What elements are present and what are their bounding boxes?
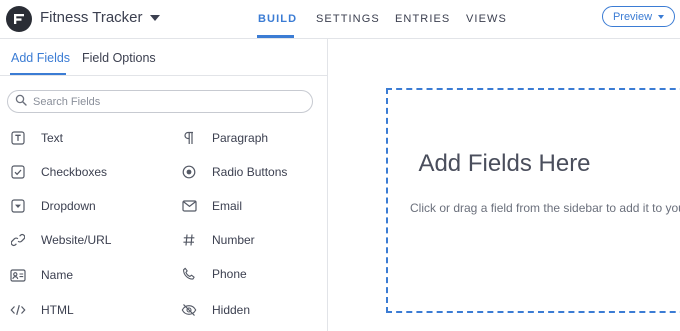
- field-label: Checkboxes: [41, 165, 108, 179]
- active-tab-indicator: [257, 35, 294, 38]
- tab-field-options[interactable]: Field Options: [82, 51, 156, 65]
- code-icon: [9, 301, 27, 319]
- field-text[interactable]: Text: [9, 127, 63, 149]
- field-paragraph[interactable]: Paragraph: [180, 127, 268, 149]
- search-icon: [15, 93, 27, 111]
- field-label: Dropdown: [41, 199, 96, 213]
- form-canvas: Add Fields Here Click or drag a field fr…: [329, 39, 680, 331]
- link-icon: [9, 231, 27, 249]
- field-number[interactable]: Number: [180, 229, 255, 251]
- dropdown-icon: [9, 197, 27, 215]
- field-website-url[interactable]: Website/URL: [9, 229, 111, 251]
- search-input[interactable]: [33, 95, 293, 108]
- field-label: Email: [212, 199, 243, 213]
- caret-down-icon: [658, 14, 665, 19]
- caret-down-icon: [149, 14, 160, 21]
- field-label: Text: [41, 131, 64, 145]
- field-label: Phone: [212, 267, 247, 281]
- formidable-logo-icon[interactable]: [6, 6, 32, 32]
- tab-views[interactable]: VIEWS: [466, 13, 507, 25]
- field-checkboxes[interactable]: Checkboxes: [9, 161, 107, 183]
- tab-settings[interactable]: SETTINGS: [316, 13, 380, 25]
- form-title-dropdown[interactable]: Fitness Tracker: [40, 9, 160, 26]
- field-label: Paragraph: [212, 131, 269, 145]
- field-html[interactable]: HTML: [9, 299, 74, 321]
- tab-add-fields[interactable]: Add Fields: [11, 51, 70, 65]
- paragraph-icon: [180, 129, 198, 147]
- form-title: Fitness Tracker: [40, 9, 143, 26]
- field-dropdown[interactable]: Dropdown: [9, 195, 96, 217]
- hash-icon: [180, 231, 198, 249]
- preview-button[interactable]: Preview: [602, 6, 675, 27]
- field-email[interactable]: Email: [180, 195, 242, 217]
- field-label: HTML: [41, 303, 74, 317]
- tab-entries[interactable]: ENTRIES: [395, 13, 450, 25]
- sidebar-divider: [0, 75, 327, 76]
- field-name[interactable]: Name: [9, 264, 73, 286]
- tab-build[interactable]: BUILD: [258, 13, 297, 25]
- envelope-icon: [180, 197, 198, 215]
- search-box[interactable]: [7, 90, 313, 113]
- top-bar: Fitness Tracker BUILD SETTINGS ENTRIES V…: [0, 0, 680, 39]
- checkbox-icon: [9, 163, 27, 181]
- drop-zone-title: Add Fields Here: [418, 150, 591, 177]
- drop-zone-subtitle: Click or drag a field from the sidebar t…: [410, 201, 680, 215]
- field-label: Website/URL: [41, 233, 112, 247]
- field-phone[interactable]: Phone: [180, 263, 247, 285]
- phone-icon: [180, 265, 198, 283]
- field-label: Name: [41, 268, 74, 282]
- text-field-icon: [9, 129, 27, 147]
- field-hidden[interactable]: Hidden: [180, 299, 250, 321]
- field-label: Radio Buttons: [212, 165, 288, 179]
- field-label: Hidden: [212, 303, 251, 317]
- id-card-icon: [9, 266, 27, 284]
- eye-slash-icon: [180, 301, 198, 319]
- fields-sidebar: Add Fields Field Options Text Paragraph …: [0, 39, 328, 331]
- field-radio-buttons[interactable]: Radio Buttons: [180, 161, 287, 183]
- radio-icon: [180, 163, 198, 181]
- field-label: Number: [212, 233, 255, 247]
- preview-label: Preview: [612, 10, 653, 23]
